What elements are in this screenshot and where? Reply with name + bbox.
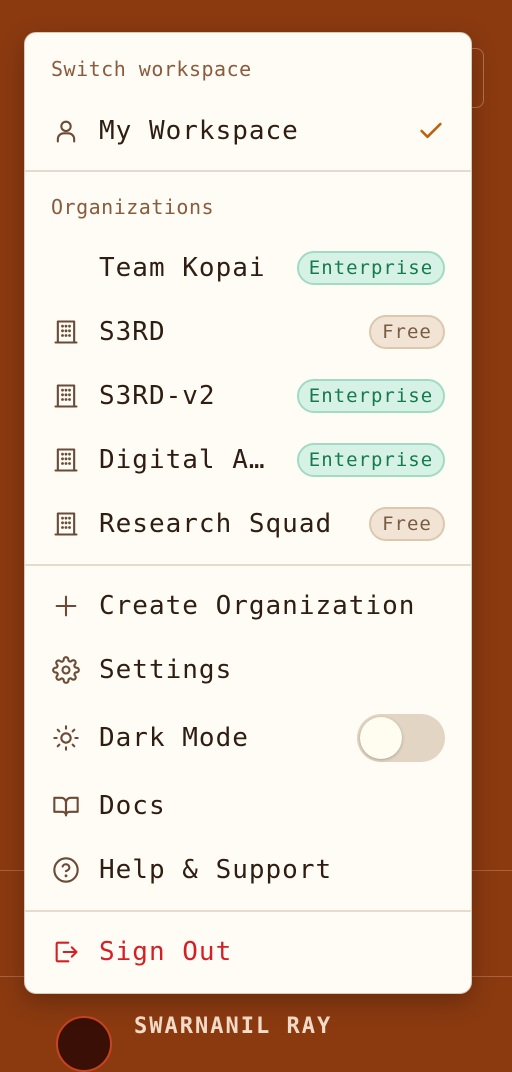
plan-badge: Free: [369, 507, 445, 541]
menu-divider: [25, 564, 471, 566]
building-icon: [51, 317, 81, 347]
org-name: Research Squad: [99, 509, 333, 539]
dark-mode-row: Dark Mode: [25, 710, 471, 766]
plan-badge: Enterprise: [297, 251, 445, 285]
docs-label: Docs: [99, 791, 166, 821]
settings-label: Settings: [99, 655, 233, 685]
plus-icon: [51, 591, 81, 621]
org-item-digital-a[interactable]: Digital A… Enterprise: [25, 432, 471, 488]
workspace-item-my-workspace[interactable]: My Workspace: [25, 103, 471, 159]
plan-badge: Enterprise: [297, 443, 445, 477]
org-item-research-squad[interactable]: Research Squad Free: [25, 496, 471, 552]
user-icon: [51, 116, 81, 146]
switch-workspace-label: Switch workspace: [51, 57, 252, 81]
create-organization-button[interactable]: Create Organization: [25, 578, 471, 634]
building-icon: [51, 445, 81, 475]
org-name: S3RD: [99, 317, 166, 347]
workspace-menu: Switch workspace My Workspace Organizati…: [24, 32, 472, 994]
org-item-s3rd[interactable]: S3RD Free: [25, 304, 471, 360]
org-item-team-kopai[interactable]: Team Kopai Enterprise: [25, 240, 471, 296]
help-circle-icon: [51, 855, 81, 885]
username-label: SWARNANIL RAY: [134, 1014, 333, 1039]
plan-badge: Free: [369, 315, 445, 349]
checkmark-icon: [417, 117, 445, 149]
user-avatar[interactable]: [56, 1016, 112, 1072]
help-support-label: Help & Support: [99, 855, 333, 885]
building-icon: [51, 381, 81, 411]
book-icon: [51, 791, 81, 821]
plan-badge: Enterprise: [297, 379, 445, 413]
building-icon: [51, 509, 81, 539]
org-name: Digital A…: [99, 445, 266, 475]
settings-button[interactable]: Settings: [25, 642, 471, 698]
dark-mode-label: Dark Mode: [99, 723, 249, 753]
org-name: S3RD-v2: [99, 381, 216, 411]
docs-link[interactable]: Docs: [25, 778, 471, 834]
gear-icon: [51, 655, 81, 685]
dark-mode-toggle[interactable]: [357, 714, 445, 762]
sign-out-label: Sign Out: [99, 937, 233, 967]
sign-out-icon: [51, 937, 81, 967]
workspace-name: My Workspace: [99, 116, 299, 146]
menu-divider: [25, 170, 471, 172]
create-organization-label: Create Organization: [99, 591, 416, 621]
menu-divider: [25, 910, 471, 912]
toggle-knob: [360, 717, 402, 759]
org-item-s3rd-v2[interactable]: S3RD-v2 Enterprise: [25, 368, 471, 424]
org-name: Team Kopai: [99, 253, 266, 283]
sign-out-button[interactable]: Sign Out: [25, 924, 471, 980]
help-support-link[interactable]: Help & Support: [25, 842, 471, 898]
organizations-label: Organizations: [51, 195, 215, 219]
sun-icon: [51, 723, 81, 753]
